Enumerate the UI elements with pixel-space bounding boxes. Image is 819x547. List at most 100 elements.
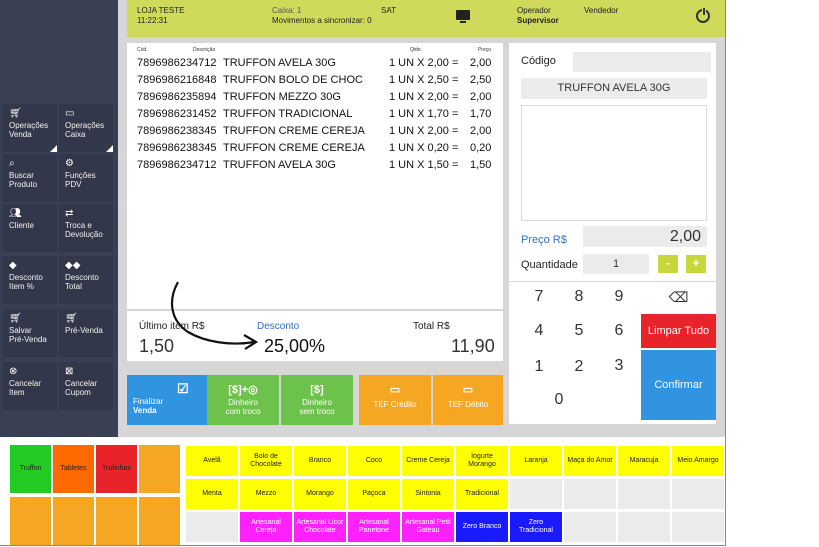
- key-2[interactable]: 2: [560, 352, 598, 382]
- table-row[interactable]: 7896986238345 TRUFFON CREME CEREJA 1 UN …: [137, 142, 497, 159]
- flavor-button[interactable]: Artesanal Licor Chocolate: [294, 512, 346, 542]
- codigo-input[interactable]: [573, 52, 711, 72]
- row-qtde: 1 UN X 2,00 =: [389, 57, 459, 69]
- flavor-button[interactable]: Tradicional: [456, 479, 508, 509]
- flavor-button[interactable]: [672, 479, 724, 509]
- preco-field[interactable]: 2,00: [583, 226, 707, 247]
- flavor-button[interactable]: Iogurte Morango: [456, 446, 508, 476]
- flavor-button[interactable]: Artesanal Panetone: [348, 512, 400, 542]
- increment-button[interactable]: +: [686, 255, 706, 273]
- flavor-button[interactable]: Morango: [294, 479, 346, 509]
- sidebar-item-label: Caixa: [65, 130, 86, 139]
- flavor-button[interactable]: Zero Branco: [456, 512, 508, 542]
- flavor-button[interactable]: [186, 512, 238, 542]
- sidebar-item-desconto-total[interactable]: ◆◆ Desconto Total: [59, 256, 113, 304]
- flavor-button[interactable]: Coco: [348, 446, 400, 476]
- dinheiro-com-troco-button[interactable]: [$]+◎ Dinheiro com troco: [207, 375, 279, 425]
- flavor-button[interactable]: Meio Amargo: [672, 446, 724, 476]
- category-button[interactable]: [10, 497, 51, 545]
- sidebar-item-operacoes-venda[interactable]: 🛒︎ Operações Venda: [3, 104, 57, 152]
- table-row[interactable]: 7896986216848 TRUFFON BOLO DE CHOC 1 UN …: [137, 74, 497, 91]
- backspace-icon[interactable]: ⌫: [641, 283, 716, 311]
- category-button[interactable]: [139, 445, 180, 493]
- flavor-button[interactable]: [672, 512, 724, 542]
- category-button[interactable]: Tabletes: [53, 445, 94, 493]
- decrement-button[interactable]: -: [658, 255, 678, 273]
- row-cod: 7896986235894: [137, 91, 217, 103]
- credit-card-icon: ▭: [389, 384, 401, 396]
- tef-debito-button[interactable]: ▭ TEF Débito: [433, 375, 503, 425]
- flavor-button[interactable]: Menta: [186, 479, 238, 509]
- key-3[interactable]: 3: [600, 351, 638, 381]
- sidebar-item-pre-venda[interactable]: 🛒︎ Pré-Venda: [59, 309, 113, 357]
- quantidade-field[interactable]: 1: [583, 254, 649, 274]
- sidebar-item-label: Produto: [9, 180, 38, 189]
- category-button[interactable]: [139, 497, 180, 545]
- sidebar-item-buscar-produto[interactable]: ⌕ Buscar Produto: [3, 154, 57, 202]
- key-4[interactable]: 4: [520, 316, 558, 346]
- row-cod: 7896986238345: [137, 142, 217, 154]
- flavor-button[interactable]: [618, 479, 670, 509]
- row-preco: 1,70: [470, 108, 492, 120]
- category-button[interactable]: [53, 497, 94, 545]
- category-button[interactable]: [96, 497, 137, 545]
- key-1[interactable]: 1: [520, 352, 558, 382]
- sidebar-item-desconto-item[interactable]: ◆ Desconto Item %: [3, 256, 57, 304]
- row-qtde: 1 UN X 0,20 =: [389, 142, 459, 154]
- flavor-button[interactable]: [510, 479, 562, 509]
- key-9[interactable]: 9: [600, 282, 638, 312]
- flavor-button[interactable]: Maça do Amor: [564, 446, 616, 476]
- key-8[interactable]: 8: [560, 282, 598, 312]
- flavor-button[interactable]: Bolo de Chocolate: [240, 446, 292, 476]
- limpar-tudo-button[interactable]: Limpar Tudo: [641, 314, 716, 348]
- header-desc: Descrição: [193, 47, 216, 53]
- flavor-button[interactable]: Maracuja: [618, 446, 670, 476]
- sidebar-item-funcoes-pdv[interactable]: ⚙ Funções PDV: [59, 154, 113, 202]
- table-row[interactable]: 7896986234712 TRUFFON AVELA 30G 1 UN X 1…: [137, 159, 497, 176]
- sidebar-item-label: Cupom: [65, 388, 91, 397]
- key-5[interactable]: 5: [560, 316, 598, 346]
- table-row[interactable]: 7896986231452 TRUFFON TRADICIONAL 1 UN X…: [137, 108, 497, 125]
- sidebar-item-salvar-pre-venda[interactable]: 🛒︎ Salvar Pré-Venda: [3, 309, 57, 357]
- sidebar-item-cliente[interactable]: 👥︎ Cliente: [3, 204, 57, 252]
- sidebar-item-label: Item: [9, 388, 25, 397]
- finalizar-label: Finalizar: [133, 397, 164, 406]
- table-row[interactable]: 7896986234712 TRUFFON AVELA 30G 1 UN X 2…: [137, 57, 497, 74]
- flavor-button[interactable]: Sintonia: [402, 479, 454, 509]
- category-button[interactable]: Truffon: [10, 445, 51, 493]
- table-row[interactable]: 7896986235894 TRUFFON MEZZO 30G 1 UN X 2…: [137, 91, 497, 108]
- sidebar-item-cancelar-item[interactable]: ⊗ Cancelar Item: [3, 362, 57, 410]
- flavor-button[interactable]: [564, 512, 616, 542]
- flavor-button[interactable]: Laranja: [510, 446, 562, 476]
- cancel-item-icon: ⊗: [9, 366, 18, 377]
- flavor-button[interactable]: Artesanal Cereja: [240, 512, 292, 542]
- flavor-button[interactable]: [564, 479, 616, 509]
- category-button[interactable]: Trufinhas: [96, 445, 137, 493]
- table-row[interactable]: 7896986238345 TRUFFON CREME CEREJA 1 UN …: [137, 125, 497, 142]
- key-7[interactable]: 7: [520, 282, 558, 312]
- flavor-button[interactable]: Creme Cereja: [402, 446, 454, 476]
- sidebar-item-troca-devolucao[interactable]: ⇄ Troca e Devolução: [59, 204, 113, 252]
- flavor-button[interactable]: Branco: [294, 446, 346, 476]
- flavor-button[interactable]: [618, 512, 670, 542]
- row-cod: 7896986234712: [137, 57, 217, 69]
- pdv-window: LOJA TESTE 11:22:31 Caixa: 1 Movimentos …: [0, 0, 726, 546]
- flavor-button[interactable]: Paçoca: [348, 479, 400, 509]
- sidebar-item-operacoes-caixa[interactable]: ▭ Operações Caixa: [59, 104, 113, 152]
- finalizar-venda-button[interactable]: ☑ Finalizar Venda: [127, 375, 207, 425]
- dinheiro-sem-troco-button[interactable]: [$] Dinheiro sem troco: [281, 375, 353, 425]
- flavor-button[interactable]: Avelã: [186, 446, 238, 476]
- tef-credito-button[interactable]: ▭ TEF Crédito: [359, 375, 431, 425]
- power-icon[interactable]: [696, 7, 710, 23]
- key-6[interactable]: 6: [600, 316, 638, 346]
- confirmar-button[interactable]: Confirmar: [641, 350, 716, 420]
- com-troco-label: com troco: [225, 407, 261, 416]
- quantidade-label: Quantidade: [521, 259, 578, 271]
- key-0[interactable]: 0: [540, 385, 578, 415]
- sidebar-item-cancelar-cupom[interactable]: ⊠ Cancelar Cupom: [59, 362, 113, 410]
- flavor-button[interactable]: Mezzo: [240, 479, 292, 509]
- monitor-icon[interactable]: [456, 10, 470, 23]
- flavor-button[interactable]: Artesanal Petit Gateau: [402, 512, 454, 542]
- flavor-button[interactable]: Zero Tradicional: [510, 512, 562, 542]
- row-preco: 2,00: [470, 125, 492, 137]
